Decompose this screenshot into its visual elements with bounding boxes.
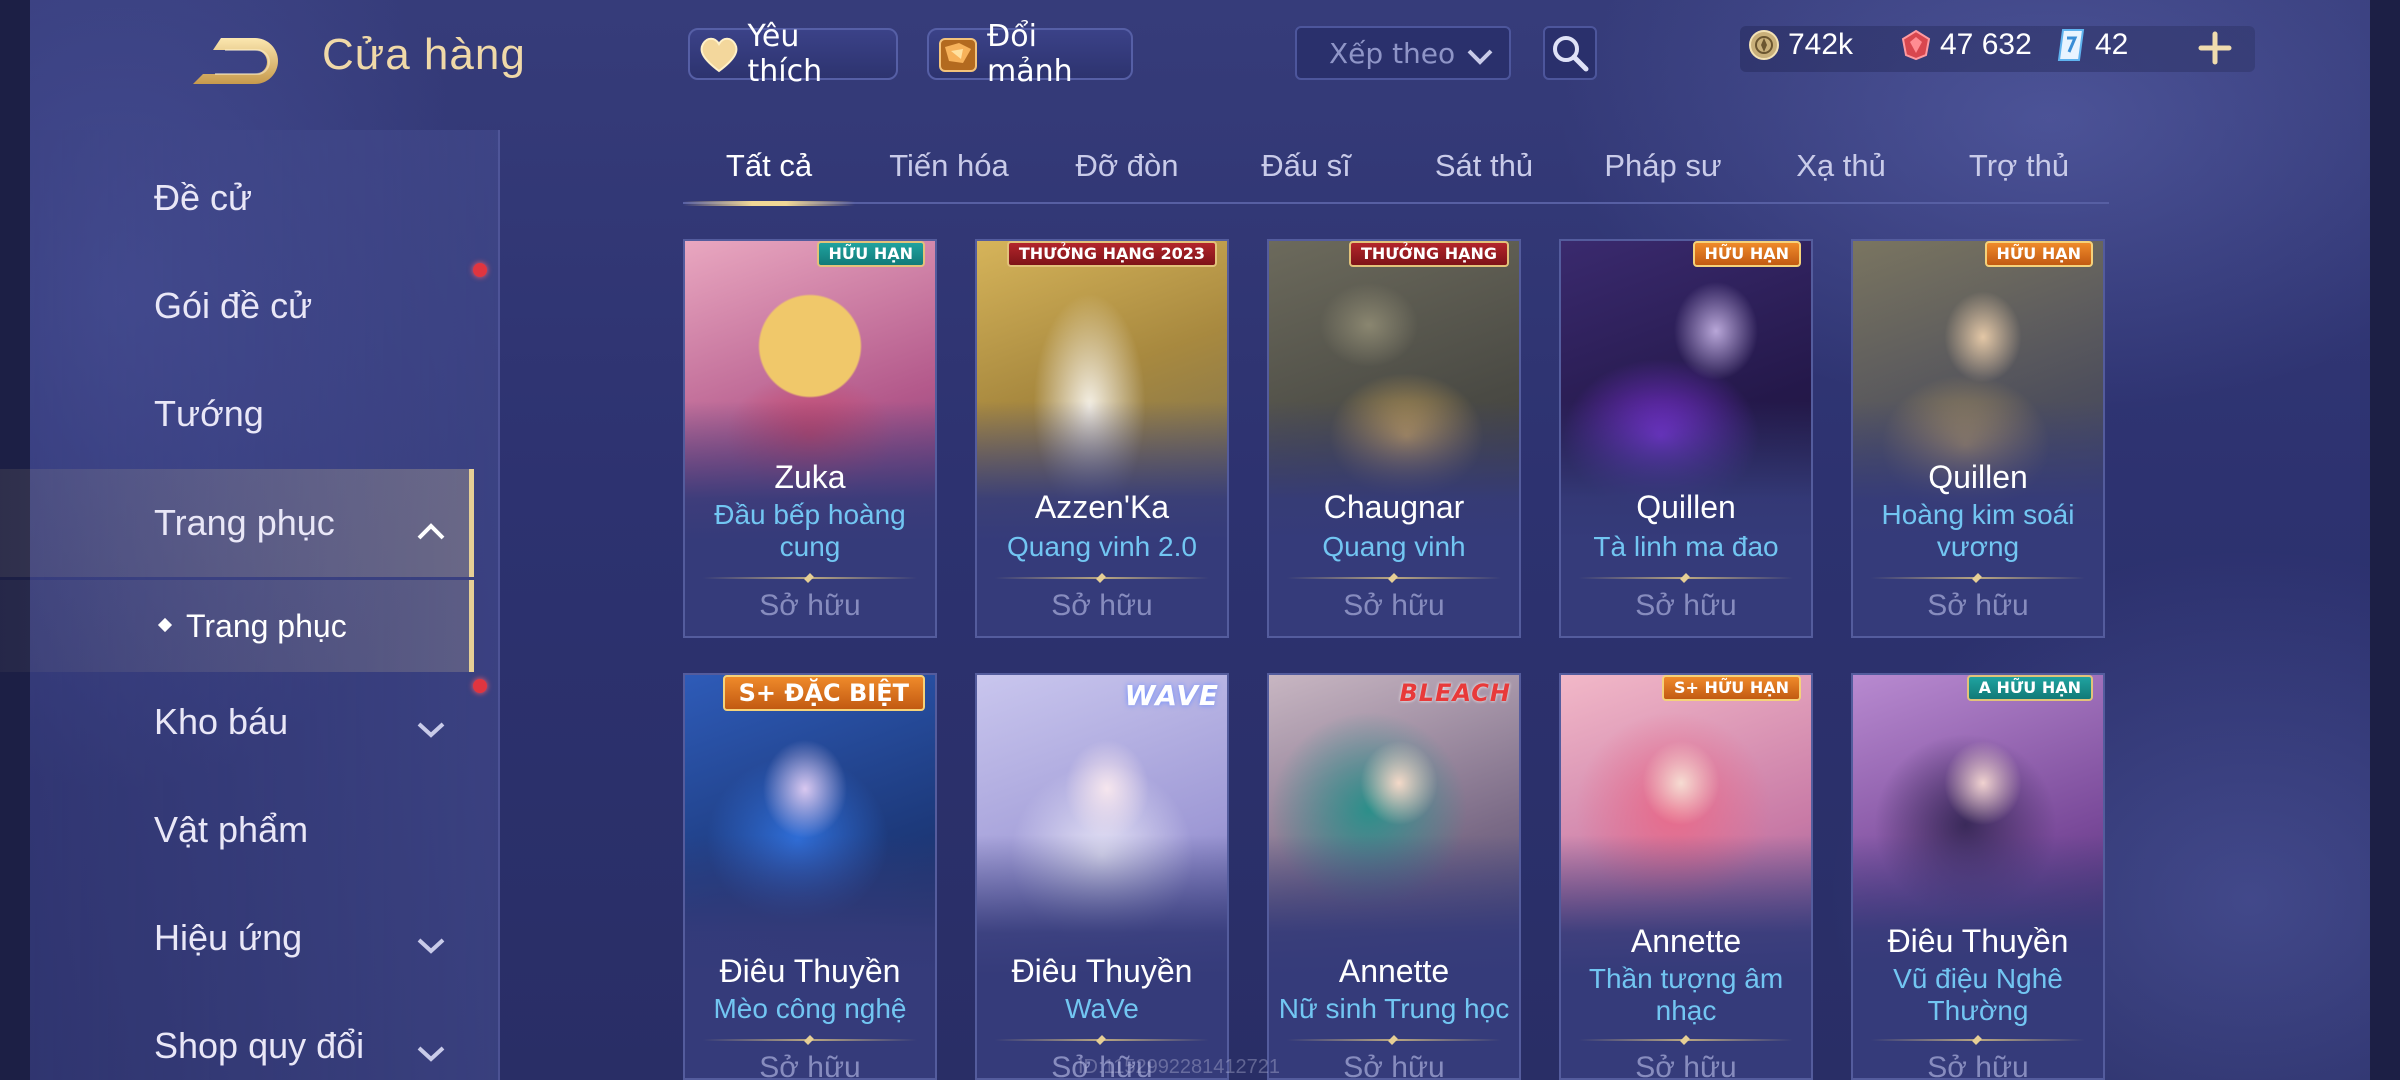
card-divider xyxy=(1287,577,1501,579)
chevron-down-icon xyxy=(415,708,447,750)
skin-card[interactable]: HỮU HẠN Quillen Hoàng kim soái vương Sở … xyxy=(1851,239,2105,638)
skin-card[interactable]: THƯỞNG HẠNG Chaugnar Quang vinh Sở hữu xyxy=(1267,239,1521,638)
page-title: Cửa hàng xyxy=(322,30,526,79)
tab-marksman[interactable]: Xạ thủ xyxy=(1755,148,1927,204)
card-divider xyxy=(1871,1039,2085,1041)
skin-card[interactable]: BLEACH Annette Nữ sinh Trung học Sở hữu xyxy=(1267,673,1521,1080)
search-icon xyxy=(1553,36,1589,72)
card-divider xyxy=(703,1039,917,1041)
tab-mage[interactable]: Pháp sư xyxy=(1577,148,1749,204)
sidebar-item-skins[interactable]: Trang phục xyxy=(0,469,474,577)
sidebar-item-recommended-bundles[interactable]: Gói đề cử xyxy=(0,252,470,360)
skin-card[interactable]: S+ ĐẶC BIỆT Điêu Thuyền Mèo công nghệ Sở… xyxy=(683,673,937,1080)
fragment-chest-icon xyxy=(937,33,979,75)
sidebar-subitem-skins[interactable]: Trang phục xyxy=(0,580,474,672)
sidebar-item-recommended[interactable]: Đề cử xyxy=(0,144,470,252)
sidebar-item-heroes[interactable]: Tướng xyxy=(0,360,470,468)
premium-rank-badge: THƯỞNG HẠNG xyxy=(1348,241,1509,267)
notification-dot xyxy=(473,263,487,277)
search-button[interactable] xyxy=(1543,26,1597,80)
card-divider xyxy=(995,577,1209,579)
skin-artwork xyxy=(685,675,935,975)
user-id-watermark: ID:1152992281412721 xyxy=(1078,1056,1281,1078)
skin-card[interactable]: THƯỞNG HẠNG 2023 Azzen'Ka Quang vinh 2.0… xyxy=(975,239,1229,638)
special-badge: S+ ĐẶC BIỆT xyxy=(722,675,925,711)
gold-currency: 742k xyxy=(1748,28,1853,62)
notification-dot xyxy=(473,679,487,693)
limited-badge: HỮU HẠN xyxy=(816,241,925,267)
role-tabs: Tất cả Tiến hóa Đỡ đòn Đấu sĩ Sát thủ Ph… xyxy=(683,140,2109,206)
red-gem-icon xyxy=(1901,29,1931,61)
skin-card[interactable]: S+ HỮU HẠN Annette Thần tượng âm nhạc Sở… xyxy=(1559,673,1813,1080)
chevron-down-icon xyxy=(415,1032,447,1074)
skin-artwork xyxy=(685,241,935,541)
exchange-label: Đổi mảnh xyxy=(987,19,1073,89)
limited-badge: HỮU HẠN xyxy=(1692,241,1801,267)
skin-artwork xyxy=(1269,675,1519,975)
exchange-fragments-button[interactable]: Đổi mảnh xyxy=(927,19,1133,89)
skin-card[interactable]: HỮU HẠN Zuka Đầu bếp hoàng cung Sở hữu xyxy=(683,239,937,638)
wave-logo: WAVE xyxy=(1124,679,1219,712)
chevron-down-icon xyxy=(1465,42,1495,75)
back-button[interactable] xyxy=(185,34,281,88)
shop-screen: Cửa hàng Yêu thích Đổi mảnh Xếp theo 742… xyxy=(0,0,2400,1080)
tab-fighter[interactable]: Đấu sĩ xyxy=(1220,148,1392,204)
card-divider xyxy=(703,577,917,579)
diamond-bullet-icon xyxy=(157,617,173,633)
sidebar-item-items[interactable]: Vật phẩm xyxy=(0,776,470,884)
voucher-currency: 42 xyxy=(2055,28,2128,62)
tab-support[interactable]: Trợ thủ xyxy=(1933,148,2105,204)
sort-placeholder: Xếp theo xyxy=(1329,36,1456,70)
limited-badge: A HỮU HẠN xyxy=(1966,675,2093,701)
limited-badge: S+ HỮU HẠN xyxy=(1662,675,1801,701)
heart-icon xyxy=(698,33,740,75)
premium-rank-badge: THƯỞNG HẠNG 2023 xyxy=(1006,241,1217,267)
sidebar-item-exchange-shop[interactable]: Shop quy đổi xyxy=(0,992,470,1080)
screen-edge-right xyxy=(2370,0,2400,1080)
favorite-label: Yêu thích xyxy=(747,19,823,89)
tab-evolution[interactable]: Tiến hóa xyxy=(863,148,1035,204)
plus-icon xyxy=(2198,31,2232,65)
tab-active-underline xyxy=(683,201,855,206)
skin-artwork xyxy=(1853,241,2103,541)
card-divider xyxy=(995,1039,1209,1041)
skin-card[interactable]: HỮU HẠN Quillen Tà linh ma đao Sở hữu xyxy=(1559,239,1813,638)
add-currency-button[interactable] xyxy=(2197,26,2233,70)
sort-dropdown[interactable]: Xếp theo xyxy=(1295,26,1511,80)
blue-voucher-icon xyxy=(2057,29,2085,61)
card-divider xyxy=(1287,1039,1501,1041)
chevron-down-icon xyxy=(415,924,447,966)
limited-badge: HỮU HẠN xyxy=(1984,241,2093,267)
card-divider xyxy=(1579,1039,1793,1041)
skin-artwork xyxy=(977,675,1227,975)
back-arrow-icon xyxy=(193,38,278,84)
sidebar-item-treasure[interactable]: Kho báu xyxy=(0,668,470,776)
card-divider xyxy=(1579,577,1793,579)
favorite-button[interactable]: Yêu thích xyxy=(688,19,898,89)
tab-assassin[interactable]: Sát thủ xyxy=(1398,148,1570,204)
tab-all[interactable]: Tất cả xyxy=(683,148,855,206)
gem-currency: 47 632 xyxy=(1900,28,2032,62)
skin-card[interactable]: A HỮU HẠN Điêu Thuyền Vũ điệu Nghê Thườn… xyxy=(1851,673,2105,1080)
chevron-up-icon xyxy=(415,509,447,551)
bleach-logo: BLEACH xyxy=(1399,679,1511,707)
gold-coin-icon xyxy=(1749,30,1779,60)
tab-tank[interactable]: Đỡ đòn xyxy=(1041,148,1213,204)
card-divider xyxy=(1871,577,2085,579)
sidebar-item-effects[interactable]: Hiệu ứng xyxy=(0,884,470,992)
skin-card[interactable]: WAVE Điêu Thuyền WaVe Sở hữu xyxy=(975,673,1229,1080)
